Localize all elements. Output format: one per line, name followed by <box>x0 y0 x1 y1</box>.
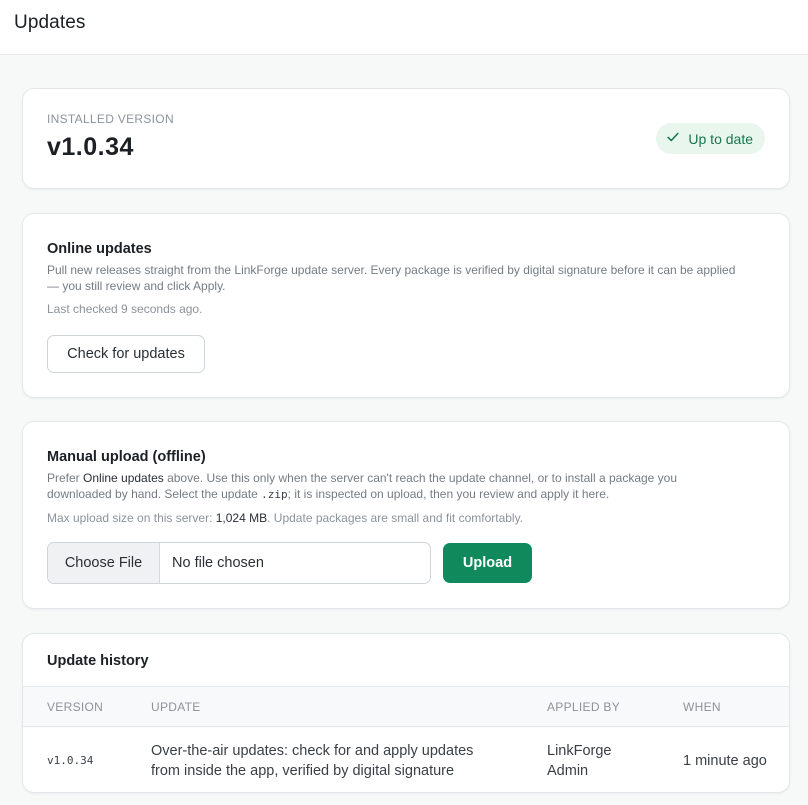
upload-button[interactable]: Upload <box>443 543 532 583</box>
installed-version-value: v1.0.34 <box>47 133 134 161</box>
online-updates-card: Online updates Pull new releases straigh… <box>22 213 790 398</box>
table-header: VERSION UPDATE APPLIED BY WHEN <box>23 686 789 727</box>
page-title: Updates <box>14 12 86 33</box>
max-upload-size-value: 1,024 MB <box>215 511 268 525</box>
online-updates-title: Online updates <box>47 241 152 257</box>
update-history-card: Update history VERSION UPDATE APPLIED BY… <box>22 633 790 793</box>
manual-upload-card: Manual upload (offline) Prefer Online up… <box>22 421 790 609</box>
file-name-text: No file chosen <box>172 555 264 571</box>
online-updates-reference: Online updates <box>83 471 164 485</box>
last-checked-text: Last checked 9 seconds ago. <box>47 302 203 316</box>
top-bar: Updates <box>0 0 808 55</box>
column-header-when: WHEN <box>683 700 721 714</box>
installed-version-label: INSTALLED VERSION <box>47 112 174 126</box>
status-badge-label: Up to date <box>688 130 753 147</box>
table-row: v1.0.34 Over-the-air updates: check for … <box>23 727 789 792</box>
column-header-version: VERSION <box>47 700 104 714</box>
update-history-title: Update history <box>47 653 149 669</box>
column-header-applied-by: APPLIED BY <box>547 700 621 714</box>
check-for-updates-button[interactable]: Check for updates <box>47 335 205 373</box>
status-badge: Up to date <box>656 123 765 154</box>
file-input[interactable]: Choose File No file chosen <box>47 542 431 584</box>
installed-version-card: INSTALLED VERSION v1.0.34 Up to date <box>22 88 790 189</box>
row-update: Over-the-air updates: check for and appl… <box>151 743 474 779</box>
row-applied-by: LinkForge Admin <box>547 743 612 779</box>
row-version: v1.0.34 <box>47 754 94 767</box>
row-when: 1 minute ago <box>683 753 767 769</box>
online-updates-description: Pull new releases straight from the Link… <box>47 263 736 293</box>
choose-file-button[interactable]: Choose File <box>48 543 160 583</box>
max-upload-size-text: Max upload size on this server: 1,024 MB… <box>47 511 524 525</box>
column-header-update: UPDATE <box>151 700 201 714</box>
check-icon <box>666 130 680 147</box>
zip-extension: .zip <box>261 488 288 501</box>
manual-upload-title: Manual upload (offline) <box>47 449 206 465</box>
manual-upload-description: Prefer Online updates above. Use this on… <box>47 471 678 501</box>
